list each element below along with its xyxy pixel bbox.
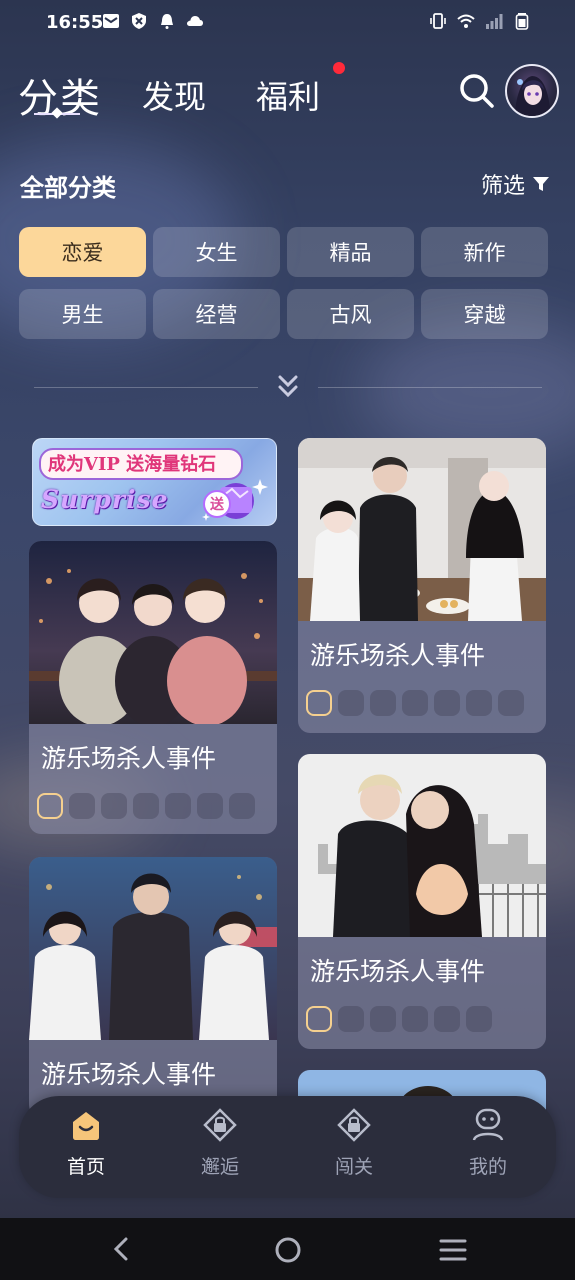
bell-icon: [161, 14, 173, 29]
story-card[interactable]: 游乐场杀人事件: [298, 438, 546, 733]
nav-home[interactable]: 首页: [36, 1096, 136, 1198]
story-title: 游乐场杀人事件: [310, 641, 486, 670]
category-male[interactable]: 男生: [19, 289, 146, 339]
nav-label: 邂逅: [200, 1156, 239, 1178]
story-card[interactable]: 游乐场杀人事件: [29, 857, 277, 1117]
status-time: 16:55: [46, 12, 104, 33]
filter-label: 筛选: [481, 174, 526, 199]
status-bar: 16:55: [0, 0, 575, 48]
divider: [318, 387, 542, 388]
story-title: 游乐场杀人事件: [310, 957, 486, 986]
divider: [34, 387, 258, 388]
nav-label: 闯关: [334, 1156, 373, 1178]
nav-challenge[interactable]: 闯关: [304, 1096, 404, 1198]
lock-icon: [337, 1108, 371, 1142]
banner-text: 成为VIP 送海量钻石: [48, 454, 217, 475]
nav-profile[interactable]: 我的: [438, 1096, 538, 1198]
story-card[interactable]: 游乐场杀人事件: [298, 754, 546, 1049]
story-title: 游乐场杀人事件: [41, 744, 217, 773]
category-romance[interactable]: 恋爱: [19, 227, 146, 277]
category-new[interactable]: 新作: [421, 227, 548, 277]
system-nav-bar: [0, 1218, 575, 1280]
category-ancient[interactable]: 古风: [287, 289, 414, 339]
category-grid: 恋爱 女生 精品 新作 男生 经营 古风 穿越: [19, 227, 550, 339]
search-icon[interactable]: [456, 70, 496, 110]
story-title: 游乐场杀人事件: [41, 1060, 217, 1089]
tab-discover[interactable]: 发现: [142, 72, 206, 118]
category-premium[interactable]: 精品: [287, 227, 414, 277]
nav-label: 我的: [468, 1156, 507, 1178]
nav-encounter[interactable]: 邂逅: [170, 1096, 270, 1198]
vip-banner[interactable]: 成为VIP 送海量钻石 Surprise 送: [32, 438, 277, 526]
bottom-nav: 首页 邂逅 闯关 我的: [19, 1096, 556, 1198]
signal-icon: [486, 14, 503, 29]
menu-icon[interactable]: [439, 1238, 467, 1262]
home-circle-icon[interactable]: [274, 1236, 302, 1264]
avatar[interactable]: [505, 64, 559, 118]
progress-dots: [37, 793, 255, 819]
battery-icon: [515, 13, 529, 30]
story-card[interactable]: 游乐场杀人事件: [29, 541, 277, 834]
notification-dot: [333, 62, 345, 74]
banner-subtitle: Surprise: [41, 485, 169, 514]
story-cover-image: [298, 754, 546, 937]
banner-badge: 送: [203, 490, 231, 518]
chevron-double-down-icon[interactable]: [277, 374, 299, 400]
category-business[interactable]: 经营: [153, 289, 280, 339]
progress-dots: [306, 1006, 492, 1032]
category-timetravel[interactable]: 穿越: [421, 289, 548, 339]
shield-icon: [132, 13, 146, 29]
home-icon: [73, 1112, 99, 1140]
progress-dots: [306, 690, 524, 716]
section-title: 全部分类: [20, 174, 116, 202]
vibrate-icon: [430, 13, 446, 29]
mail-icon: [103, 14, 119, 28]
tab-welfare[interactable]: 福利: [256, 72, 320, 118]
user-icon: [472, 1108, 504, 1141]
nav-label: 首页: [66, 1156, 105, 1178]
back-icon[interactable]: [110, 1236, 134, 1262]
lock-icon: [203, 1108, 237, 1142]
category-female[interactable]: 女生: [153, 227, 280, 277]
story-cover-image: [29, 857, 277, 1040]
wifi-icon: [457, 14, 475, 28]
filter-button[interactable]: 筛选: [481, 168, 551, 200]
story-cover-image: [29, 541, 277, 724]
story-cover-image: [298, 438, 546, 621]
avatar-portrait-icon: [515, 76, 551, 116]
filter-funnel-icon: [533, 177, 550, 191]
cloud-icon: [187, 16, 203, 26]
